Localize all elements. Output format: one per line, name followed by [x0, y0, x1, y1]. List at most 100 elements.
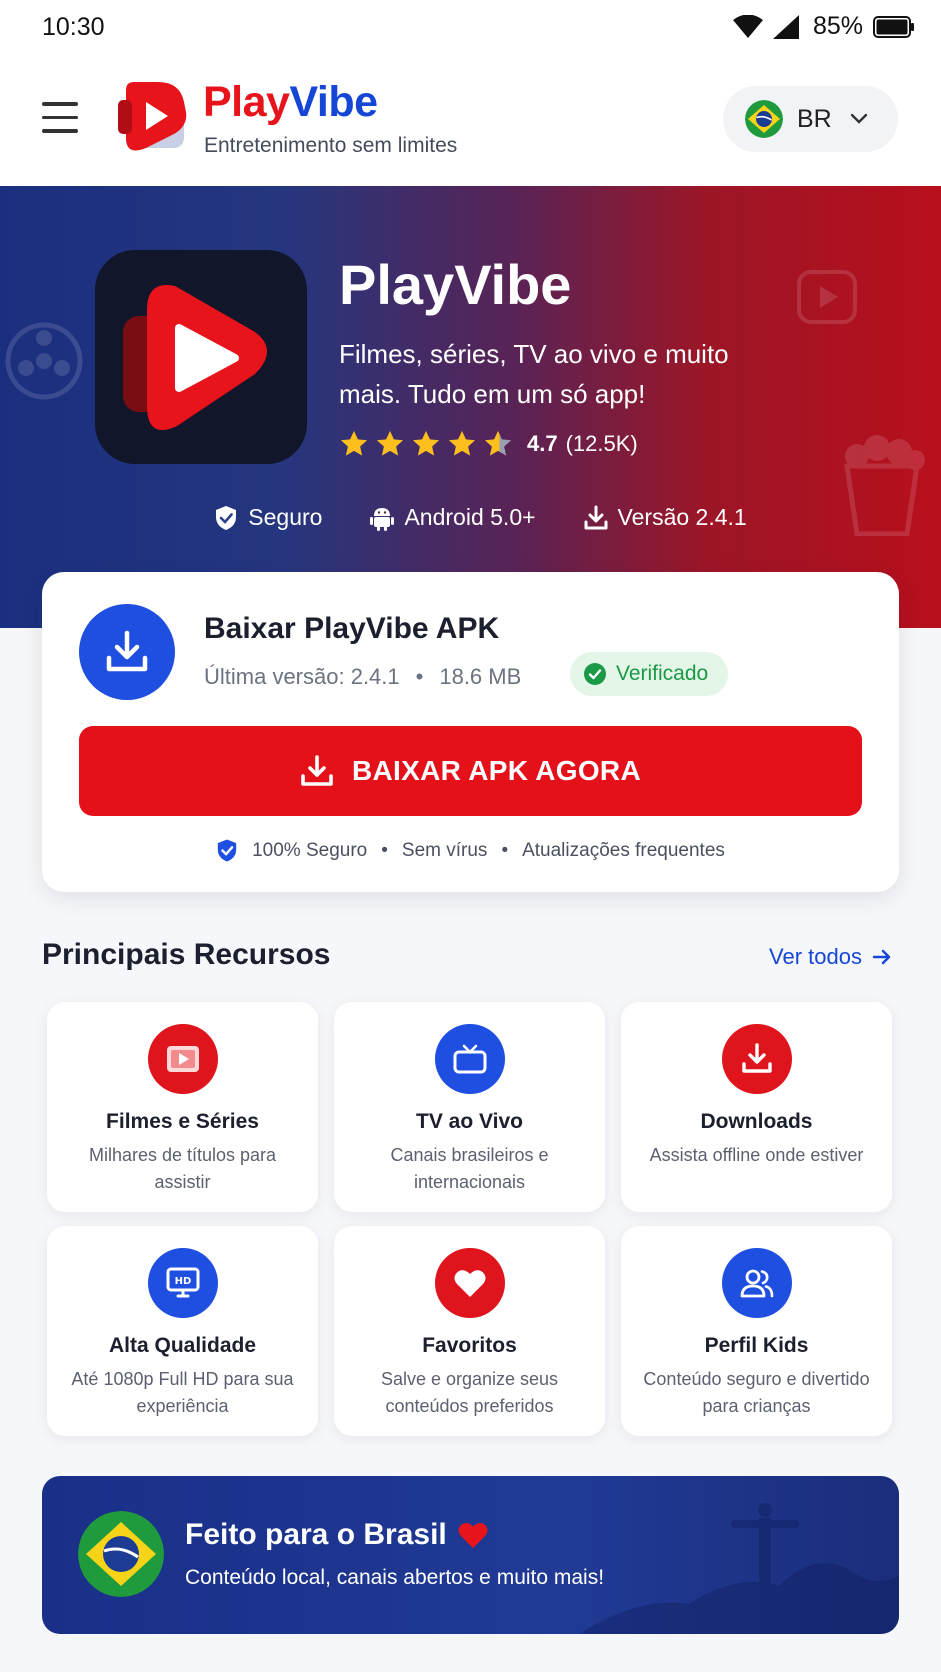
star-icon: [412, 430, 440, 456]
feature-card-tv[interactable]: TV ao Vivo Canais brasileiros e internac…: [334, 1002, 605, 1212]
users-icon: [721, 1248, 792, 1318]
star-icon: [448, 430, 476, 456]
feature-card-downloads[interactable]: Downloads Assista offline onde estiver: [621, 1002, 892, 1212]
download-button-label: BAIXAR APK AGORA: [352, 755, 641, 786]
christ-redeemer-skyline-icon: [579, 1503, 899, 1634]
android-icon: [370, 507, 395, 531]
separator-dot: •: [501, 839, 509, 861]
verified-label: Verificado: [616, 662, 709, 685]
rating-score: 4.7: [527, 431, 558, 456]
brand-name: PlayVibe: [203, 78, 378, 126]
decorative-film-reel-icon: [5, 322, 83, 400]
feature-description: Até 1080p Full HD para sua experiência: [71, 1369, 294, 1416]
play-logo-icon: [123, 285, 267, 431]
feature-description: Canais brasileiros e internacionais: [390, 1145, 549, 1192]
film-icon: [147, 1024, 218, 1094]
status-icons: 85%: [732, 12, 915, 41]
status-bar: 10:30 85%: [0, 0, 941, 54]
feature-description: Salve e organize seus conteúdos preferid…: [380, 1369, 559, 1416]
feature-description: Assista offline onde estiver: [649, 1145, 864, 1165]
rating-stars: [339, 429, 513, 459]
hd-monitor-icon: HD: [147, 1248, 218, 1318]
playvibe-logo-icon: [118, 82, 187, 151]
feature-title: Downloads: [700, 1110, 813, 1133]
see-all-link[interactable]: Ver todos: [769, 944, 892, 970]
download-apk-button[interactable]: BAIXAR APK AGORA: [79, 726, 862, 816]
banner-title: Feito para o Brasil: [185, 1518, 489, 1552]
hero-section: PlayVibe Filmes, séries, TV ao vivo e mu…: [0, 186, 941, 628]
app-header: PlayVibe Entretenimento sem limites BR: [0, 54, 941, 186]
badge-version: Versão 2.4.1: [584, 504, 747, 531]
see-all-label: Ver todos: [769, 944, 862, 969]
half-star-icon: [484, 430, 512, 456]
download-icon: [721, 1024, 792, 1094]
arrow-right-icon: [872, 949, 891, 965]
features-title: Principais Recursos: [42, 938, 331, 971]
separator-dot: •: [415, 664, 424, 689]
download-icon: [584, 505, 608, 529]
feature-card-favorites[interactable]: Favoritos Salve e organize seus conteúdo…: [334, 1226, 605, 1436]
assurance-updates: Atualizações frequentes: [522, 839, 725, 861]
assurance-safe: 100% Seguro: [252, 839, 368, 861]
decorative-play-icon: [797, 270, 857, 324]
download-circle-icon: [79, 604, 175, 700]
feature-title: TV ao Vivo: [416, 1110, 523, 1133]
verified-badge: Verificado: [570, 652, 729, 696]
language-selector[interactable]: BR: [723, 86, 898, 152]
status-time: 10:30: [42, 13, 105, 41]
check-circle-icon: [584, 663, 606, 685]
badge-label: Seguro: [248, 504, 323, 530]
rating-count: (12.5K): [565, 431, 638, 456]
badge-android: Android 5.0+: [370, 504, 536, 531]
download-title: Baixar PlayVibe APK: [204, 612, 500, 645]
download-icon: [106, 630, 148, 672]
separator-dot: •: [381, 839, 388, 861]
battery-icon: [873, 15, 914, 38]
rating: 4.7 (12.5K): [339, 429, 638, 459]
assurance-no-virus: Sem vírus: [401, 839, 488, 861]
hamburger-menu-button[interactable]: [42, 102, 80, 134]
svg-text:HD: HD: [174, 1276, 191, 1287]
star-icon: [376, 430, 404, 456]
download-assurances: 100% Seguro • Sem vírus • Atualizações f…: [42, 838, 899, 863]
brazil-flag-icon: [78, 1511, 164, 1597]
badge-safe: Seguro: [214, 504, 322, 531]
feature-description: Conteúdo seguro e divertido para criança…: [643, 1369, 870, 1416]
shield-check-icon: [216, 505, 237, 530]
badge-label: Versão 2.4.1: [617, 504, 747, 530]
battery-percent: 85%: [812, 12, 863, 40]
hero-description: Filmes, séries, TV ao vivo e muito mais.…: [339, 339, 729, 409]
feature-card-quality[interactable]: HD Alta Qualidade Até 1080p Full HD para…: [47, 1226, 318, 1436]
star-icon: [340, 430, 368, 456]
features-grid: Filmes e Séries Milhares de títulos para…: [47, 1002, 894, 1436]
wifi-icon: [732, 14, 763, 38]
shield-check-icon: [217, 839, 237, 862]
app-icon: [95, 250, 307, 464]
language-code: BR: [797, 104, 832, 133]
brazil-flag-icon: [745, 100, 783, 138]
hero-title: PlayVibe: [339, 253, 572, 316]
file-size: 18.6 MB: [439, 664, 522, 689]
signal-icon: [772, 14, 799, 39]
banner-subtitle: Conteúdo local, canais abertos e muito m…: [185, 1566, 605, 1589]
feature-title: Perfil Kids: [704, 1334, 809, 1357]
chevron-down-icon: [850, 113, 867, 124]
version-text: Última versão: 2.4.1: [204, 664, 400, 689]
feature-title: Filmes e Séries: [106, 1110, 259, 1133]
download-meta: Última versão: 2.4.1 • 18.6 MB: [204, 664, 521, 690]
feature-title: Alta Qualidade: [108, 1334, 257, 1357]
tv-icon: [434, 1024, 505, 1094]
download-icon: [301, 755, 333, 786]
feature-title: Favoritos: [422, 1334, 517, 1357]
heart-icon: [458, 1522, 488, 1549]
hero-badges: Seguro Android 5.0+ Versão 2.4.1: [0, 504, 941, 531]
brazil-banner[interactable]: Feito para o Brasil Conteúdo local, cana…: [42, 1476, 899, 1634]
feature-card-films[interactable]: Filmes e Séries Milhares de títulos para…: [47, 1002, 318, 1212]
feature-description: Milhares de títulos para assistir: [88, 1145, 277, 1192]
banner-title-text: Feito para o Brasil: [185, 1518, 447, 1551]
download-card: Baixar PlayVibe APK Última versão: 2.4.1…: [42, 572, 899, 892]
badge-label: Android 5.0+: [404, 504, 536, 530]
feature-card-kids[interactable]: Perfil Kids Conteúdo seguro e divertido …: [621, 1226, 892, 1436]
brand-tagline: Entretenimento sem limites: [204, 134, 458, 157]
heart-icon: [434, 1248, 505, 1318]
